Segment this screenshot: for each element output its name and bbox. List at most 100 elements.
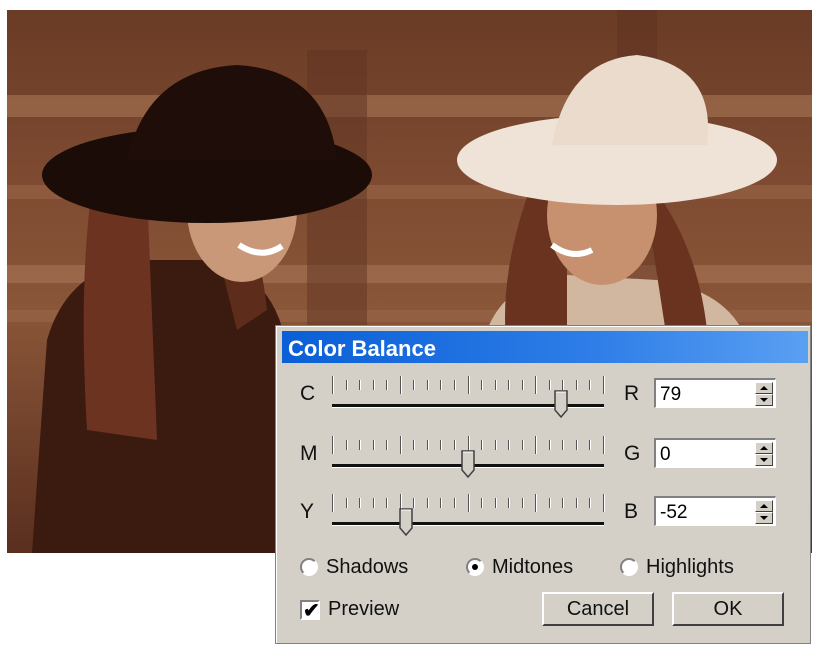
slider-tick (454, 380, 455, 390)
slider-tick (468, 376, 469, 394)
slider-tick (359, 440, 360, 450)
slider-tick (576, 498, 577, 508)
radio-button[interactable] (620, 558, 638, 576)
cyan-label: C (300, 382, 316, 405)
preview-checkbox[interactable]: ✔ Preview (300, 598, 400, 622)
slider-tick (413, 440, 414, 450)
red-label: R (624, 382, 640, 405)
dialog-title: Color Balance (288, 336, 436, 361)
radio-highlights[interactable]: Highlights (620, 554, 734, 580)
red-value: 79 (660, 384, 682, 405)
spin-down-arrow-icon[interactable] (755, 454, 773, 466)
slider-tick (589, 380, 590, 390)
slider-tick (603, 376, 604, 394)
slider-tick (495, 380, 496, 390)
slider-tick (481, 380, 482, 390)
slider-tick (549, 498, 550, 508)
radio-highlights-label: Highlights (646, 555, 734, 578)
slider-tick (522, 440, 523, 450)
yellow-blue-slider[interactable] (332, 492, 604, 540)
slider-tick (386, 440, 387, 450)
slider-tick (562, 380, 563, 390)
slider-tick (481, 440, 482, 450)
slider-tick (413, 380, 414, 390)
slider-tick (589, 440, 590, 450)
slider-tick (413, 498, 414, 508)
slider-tick (468, 494, 469, 512)
slider-tick (440, 440, 441, 450)
blue-value-field[interactable]: -52 (654, 496, 776, 526)
slider-tick (332, 494, 333, 512)
slider-tick (576, 380, 577, 390)
dialog-titlebar[interactable]: Color Balance (282, 331, 808, 363)
radio-midtones[interactable]: Midtones (466, 554, 573, 580)
slider-tick (522, 380, 523, 390)
spin-up-arrow-icon[interactable] (755, 382, 773, 394)
slider-tick (400, 436, 401, 454)
slider-tick (359, 498, 360, 508)
slider-tick (440, 498, 441, 508)
slider-tick (508, 380, 509, 390)
slider-tick (535, 436, 536, 454)
slider-tick (508, 440, 509, 450)
spin-up-arrow-icon[interactable] (755, 442, 773, 454)
slider-tick (535, 376, 536, 394)
radio-midtones-label: Midtones (492, 555, 574, 578)
red-spinner[interactable] (755, 382, 773, 406)
checkbox-box[interactable]: ✔ (300, 599, 320, 622)
cyan-red-slider[interactable] (332, 374, 604, 422)
cancel-button[interactable]: Cancel (542, 592, 654, 626)
slider-tick (576, 440, 577, 450)
slider-track[interactable] (332, 522, 604, 526)
preview-label: Preview (328, 598, 400, 620)
slider-tick (346, 440, 347, 450)
slider-tick (346, 498, 347, 508)
slider-tick (454, 498, 455, 508)
slider-tick (454, 440, 455, 450)
slider-tick (562, 440, 563, 450)
radio-button[interactable] (466, 558, 484, 576)
radio-button[interactable] (300, 558, 318, 576)
slider-thumb-icon[interactable] (461, 450, 475, 478)
magenta-green-slider[interactable] (332, 434, 604, 482)
ok-button[interactable]: OK (672, 592, 784, 626)
slider-tick (440, 380, 441, 390)
green-spinner[interactable] (755, 442, 773, 466)
green-value: 0 (660, 444, 671, 465)
slider-tick (427, 440, 428, 450)
slider-thumb-icon[interactable] (554, 390, 568, 418)
slider-tick (346, 380, 347, 390)
slider-tick (386, 380, 387, 390)
slider-tick (603, 436, 604, 454)
green-label: G (624, 442, 641, 465)
radio-shadows[interactable]: Shadows (300, 554, 408, 580)
blue-value: -52 (660, 502, 688, 523)
slider-tick (549, 380, 550, 390)
slider-tick (359, 380, 360, 390)
slider-tick (373, 440, 374, 450)
slider-tick (427, 498, 428, 508)
spin-up-arrow-icon[interactable] (755, 500, 773, 512)
radio-shadows-label: Shadows (326, 555, 409, 578)
spin-down-arrow-icon[interactable] (755, 512, 773, 524)
blue-spinner[interactable] (755, 500, 773, 524)
slider-tick (508, 498, 509, 508)
slider-tick (332, 436, 333, 454)
slider-tick (386, 498, 387, 508)
slider-thumb-icon[interactable] (399, 508, 413, 536)
slider-tick (535, 494, 536, 512)
color-balance-dialog: Color Balance C R 79 M G 0 Y B -52 Shado… (275, 325, 811, 644)
slider-tick (332, 376, 333, 394)
slider-tick (373, 498, 374, 508)
green-value-field[interactable]: 0 (654, 438, 776, 468)
slider-tick (481, 498, 482, 508)
slider-tick (495, 498, 496, 508)
slider-tick (400, 376, 401, 394)
slider-tick (589, 498, 590, 508)
slider-tick (603, 494, 604, 512)
red-value-field[interactable]: 79 (654, 378, 776, 408)
slider-tick (522, 498, 523, 508)
slider-tick (562, 498, 563, 508)
yellow-label: Y (300, 500, 315, 523)
spin-down-arrow-icon[interactable] (755, 394, 773, 406)
